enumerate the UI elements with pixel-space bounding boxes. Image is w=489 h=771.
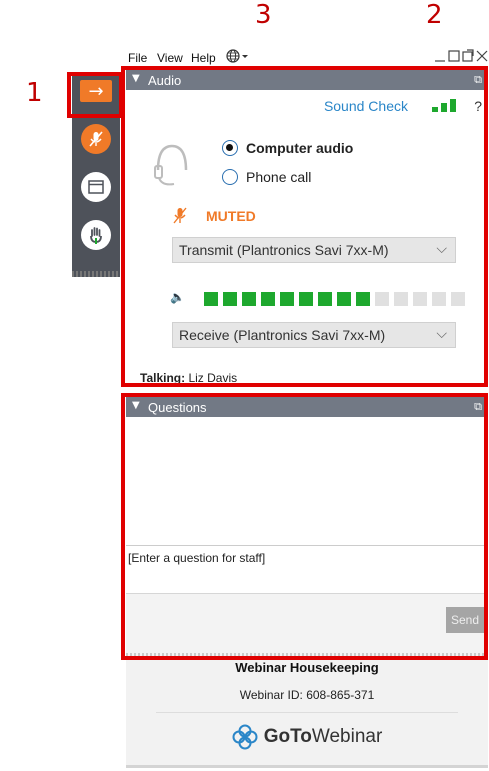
- maximize-button[interactable]: [448, 49, 460, 67]
- language-menu[interactable]: [226, 49, 250, 66]
- raise-hand-icon: [90, 227, 102, 244]
- popout-button[interactable]: [462, 49, 474, 67]
- menu-bar: File View Help: [124, 46, 488, 68]
- gotowebinar-flower-icon: [232, 724, 258, 750]
- webinar-title: Webinar Housekeeping: [235, 660, 379, 675]
- close-button[interactable]: [476, 49, 488, 67]
- globe-icon: [226, 49, 248, 63]
- mute-toggle-button[interactable]: [81, 124, 111, 154]
- popout-icon: [462, 49, 474, 62]
- menu-help[interactable]: Help: [191, 51, 216, 65]
- mic-muted-icon: [89, 131, 103, 147]
- webinar-footer: Webinar Housekeeping Webinar ID: 608-865…: [126, 660, 488, 768]
- footer-divider: [156, 712, 458, 713]
- annotation-box-1: [67, 72, 123, 118]
- annotation-number-3: 3: [255, 0, 272, 30]
- menu-file[interactable]: File: [128, 51, 147, 65]
- minimize-icon: [435, 60, 445, 62]
- annotation-box-audio: [121, 66, 488, 387]
- toolbar-grip[interactable]: [72, 271, 120, 277]
- logo-text-goto: GoTo: [263, 726, 312, 747]
- window-icon: [88, 180, 104, 194]
- annotation-box-questions: [121, 393, 488, 660]
- footer-bottom-border: [126, 765, 488, 768]
- maximize-icon: [448, 50, 460, 62]
- annotation-number-2: 2: [426, 0, 443, 30]
- raise-hand-button[interactable]: [81, 220, 111, 250]
- logo-text-webinar: Webinar: [311, 726, 383, 747]
- gotowebinar-logo: GoTo Webinar: [126, 724, 488, 750]
- show-window-button[interactable]: [81, 172, 111, 202]
- webinar-id: Webinar ID: 608-865-371: [239, 688, 375, 702]
- menu-view[interactable]: View: [157, 51, 183, 65]
- annotation-number-1: 1: [26, 78, 43, 108]
- close-icon: [476, 50, 488, 62]
- minimize-button[interactable]: [434, 49, 446, 67]
